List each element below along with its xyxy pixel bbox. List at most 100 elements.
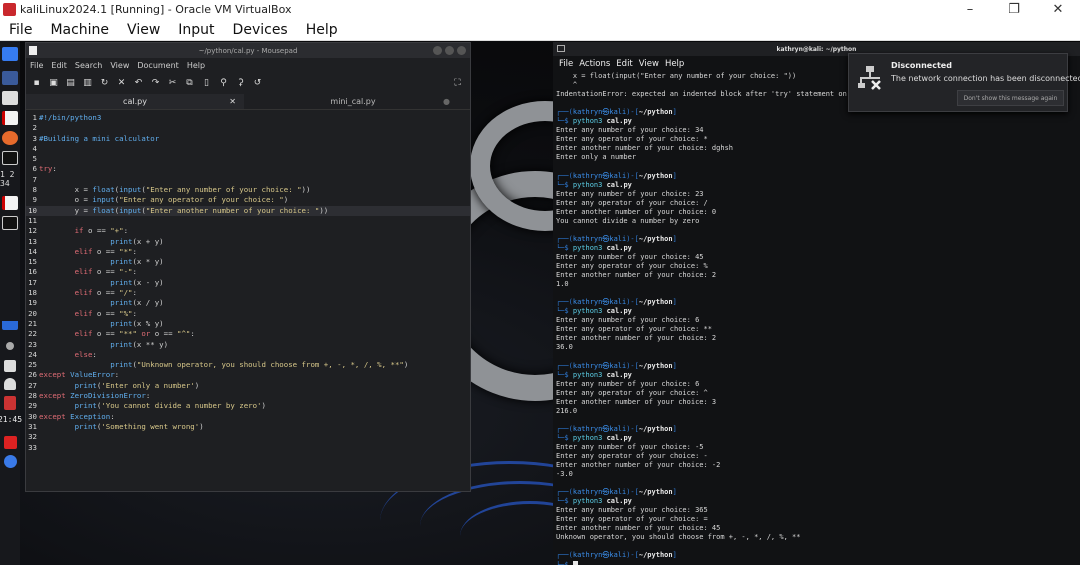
line-number: 29: [28, 401, 37, 411]
firefox-icon[interactable]: [2, 131, 18, 145]
terminal-icon[interactable]: [2, 151, 18, 165]
volume-icon[interactable]: [4, 360, 16, 372]
code-line: 15 print(x * y): [26, 257, 470, 267]
terminal-line: Enter another number of your choice: 0: [556, 207, 717, 216]
editor-menu-help[interactable]: Help: [183, 61, 209, 70]
editor-menu-search[interactable]: Search: [71, 61, 106, 70]
terminal-title: kathryn@kali: ~/python: [776, 45, 857, 53]
maximize-icon[interactable]: ❐: [992, 0, 1036, 19]
terminal-command-line: └─$ python3 cal.py: [556, 180, 632, 189]
code-line: 18 elif o == "/":: [26, 288, 470, 298]
new-file-icon[interactable]: ▪: [30, 78, 43, 88]
fullscreen-icon[interactable]: ⛶: [451, 78, 464, 88]
terminal-line: 216.0: [556, 406, 578, 415]
go-to-line-icon[interactable]: ↺: [251, 78, 264, 88]
close-icon[interactable]: [457, 46, 466, 55]
code-line: 11: [26, 216, 470, 226]
code-line: 10 y = float(input("Enter another number…: [26, 205, 470, 216]
editor-menu-file[interactable]: File: [26, 61, 47, 70]
terminal-prompt-line: ┌──(kathryn㉿kali)-[~/python]: [556, 298, 677, 307]
lock-icon[interactable]: [3, 436, 17, 449]
text-editor-icon[interactable]: [2, 111, 18, 125]
code-line: 25 print("Unknown operator, you should c…: [26, 360, 470, 370]
dont-show-again-button[interactable]: Don't show this message again: [957, 90, 1064, 106]
code-line: 4: [26, 144, 470, 154]
save-icon[interactable]: ▤: [64, 78, 77, 88]
terminal-prompt-line: ┌──(kathryn㉿kali)-[~/python]: [556, 234, 677, 243]
editor-menu-view[interactable]: View: [106, 61, 133, 70]
code-editor[interactable]: 1 #!/bin/python3 2 3 #Building a mini calcul…: [26, 110, 470, 453]
terminal-line: 36.0: [556, 343, 573, 352]
screen: kaliLinux2024.1 [Running] - Oracle VM Vi…: [0, 0, 1080, 565]
terminal-line: Enter any number of your choice: 23: [556, 189, 704, 198]
terminal-menu-actions[interactable]: Actions: [576, 59, 613, 69]
code-text: print(x / y): [110, 298, 164, 308]
editor-menu-edit[interactable]: Edit: [47, 61, 71, 70]
copy-icon[interactable]: ⧉: [183, 78, 196, 88]
line-number: 3: [32, 133, 37, 143]
terminal-line: Enter any operator of your choice: /: [556, 198, 708, 207]
maximize-icon[interactable]: [445, 46, 454, 55]
line-number: 21: [28, 318, 37, 328]
open-file-icon[interactable]: ▣: [47, 78, 60, 88]
clock: 21:45: [0, 415, 23, 424]
cut-icon[interactable]: ✂: [166, 78, 179, 88]
power-icon[interactable]: [4, 396, 16, 410]
host-menu-view[interactable]: View: [118, 22, 169, 38]
terminal-line: -3.0: [556, 470, 573, 479]
close-file-icon[interactable]: ✕: [115, 78, 128, 88]
line-number: 23: [28, 339, 37, 349]
terminal-output[interactable]: x = float(input("Enter any number of you…: [553, 72, 1080, 565]
host-menu-input[interactable]: Input: [169, 22, 223, 38]
editor-menu-document[interactable]: Document: [133, 61, 182, 70]
terminal-menu-file[interactable]: File: [556, 59, 576, 69]
workspace-icon[interactable]: [2, 71, 18, 85]
files-icon[interactable]: [2, 91, 18, 105]
reload-icon[interactable]: ↻: [98, 78, 111, 88]
host-window-title: kaliLinux2024.1 [Running] - Oracle VM Vi…: [20, 3, 292, 16]
host-menu-devices[interactable]: Devices: [224, 22, 297, 38]
kali-menu-icon[interactable]: [2, 47, 18, 61]
redo-icon[interactable]: ↷: [149, 78, 162, 88]
code-text: elif o == "*":: [74, 246, 137, 256]
close-tab-icon[interactable]: ✕: [229, 97, 236, 106]
mousepad-window: ~/python/cal.py - Mousepad File Edit Sea…: [25, 42, 471, 492]
terminal-line: Enter any operator of your choice: =: [556, 515, 708, 524]
save-as-icon[interactable]: ▥: [81, 78, 94, 88]
host-menu-help[interactable]: Help: [297, 22, 347, 38]
terminal-menu-edit[interactable]: Edit: [613, 59, 635, 69]
terminal-prompt-line: ┌──(kathryn㉿kali)-[~/python]: [556, 551, 677, 560]
tab-mini-cal-py[interactable]: mini_cal.py ●: [244, 94, 462, 109]
notification-popup: Disconnected The network connection has …: [848, 53, 1080, 112]
paste-icon[interactable]: ▯: [200, 78, 213, 88]
host-menu-machine[interactable]: Machine: [41, 22, 118, 38]
terminal-icon[interactable]: [2, 216, 18, 230]
host-menu-file[interactable]: File: [0, 22, 41, 38]
minimize-icon[interactable]: –: [948, 0, 992, 19]
logout-icon[interactable]: [3, 455, 17, 468]
terminal-menu-view[interactable]: View: [636, 59, 662, 69]
minimize-icon[interactable]: [433, 46, 442, 55]
line-number: 33: [28, 442, 37, 452]
tab-cal-py[interactable]: cal.py ✕: [26, 94, 244, 109]
code-text: o = input("Enter any operator of your ch…: [39, 195, 289, 205]
search-icon[interactable]: ⚲: [217, 78, 230, 88]
find-replace-icon[interactable]: ⚳: [234, 78, 247, 88]
network-icon[interactable]: [6, 342, 14, 350]
line-number: 19: [28, 298, 37, 308]
notification-bell-icon[interactable]: [4, 378, 16, 390]
terminal-prompt-line: ┌──(kathryn㉿kali)-[~/python]: [556, 488, 677, 497]
undo-icon[interactable]: ↶: [132, 78, 145, 88]
close-icon[interactable]: ✕: [1036, 0, 1080, 19]
close-tab-icon[interactable]: ●: [443, 97, 450, 106]
terminal-input-line: └─$: [556, 560, 1080, 565]
editor-toolbar: ▪ ▣ ▤ ▥ ↻ ✕ ↶ ↷ ✂ ⧉ ▯ ⚲ ⚳ ↺ ⛶: [26, 72, 470, 94]
terminal-line: Enter only a number: [556, 153, 637, 162]
mousepad-icon[interactable]: [2, 196, 18, 210]
terminal-menu-help[interactable]: Help: [662, 59, 687, 69]
terminal-line: 1.0: [556, 280, 569, 289]
code-text: print(x - y): [110, 277, 164, 287]
code-text: except ZeroDivisionError:: [39, 391, 151, 401]
